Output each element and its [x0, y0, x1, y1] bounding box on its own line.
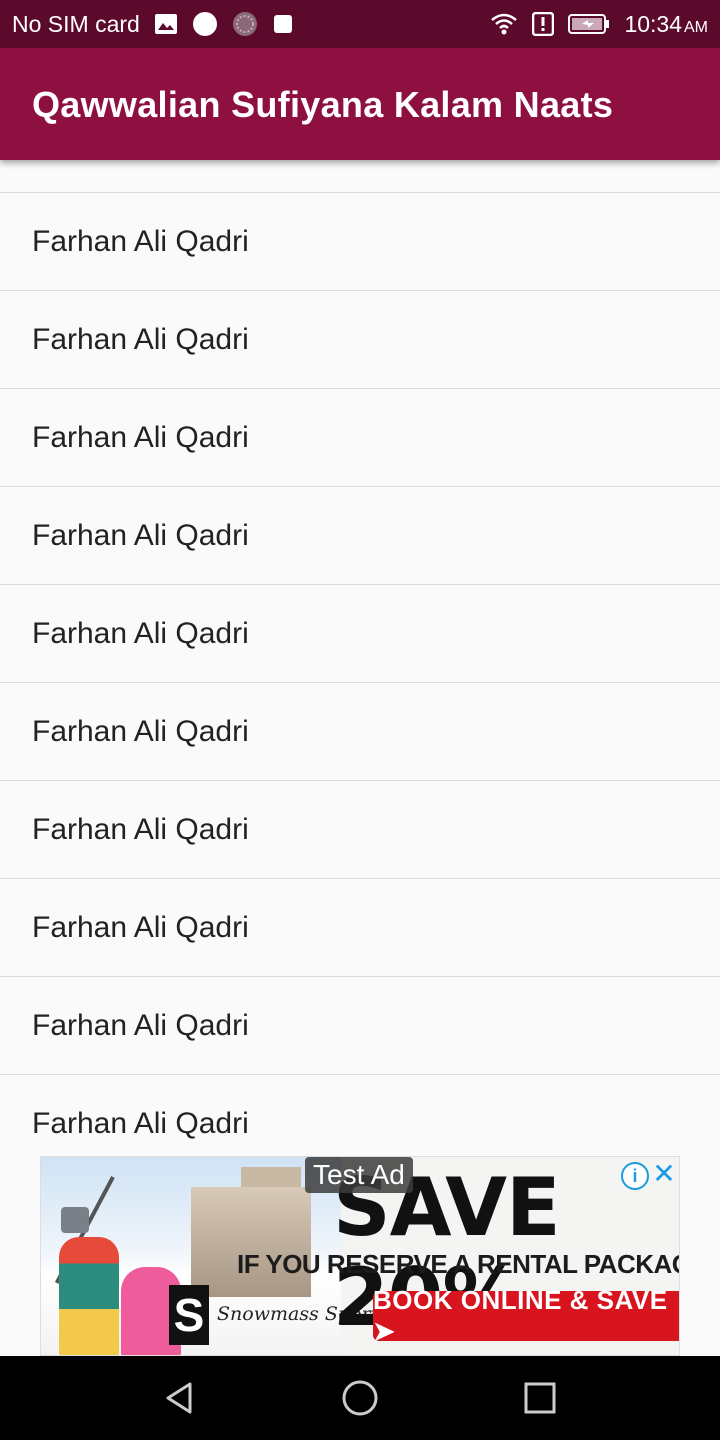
list-item[interactable]: Farhan Ali Qadri [0, 193, 720, 291]
list-item-label: Farhan Ali Qadri [32, 714, 249, 748]
list-item[interactable]: Farhan Ali Qadri [0, 683, 720, 781]
list-item[interactable]: Farhan Ali Qadri [0, 389, 720, 487]
wifi-icon [490, 12, 518, 36]
list-item-label: Farhan Ali Qadri [32, 420, 249, 454]
list-item-label: Farhan Ali Qadri [32, 812, 249, 846]
list-item[interactable]: Farhan Ali Qadri [0, 1075, 720, 1160]
list-item-label: Farhan Ali Qadri [32, 616, 249, 650]
dotted-circle-icon [232, 11, 258, 37]
artist-list[interactable]: Farhan Ali Qadri Farhan Ali Qadri Farhan… [0, 160, 720, 1160]
list-item[interactable]: Farhan Ali Qadri [0, 781, 720, 879]
ad-building [191, 1187, 311, 1297]
list-item-label: Farhan Ali Qadri [32, 224, 249, 258]
list-item[interactable]: Farhan Ali Qadri [0, 585, 720, 683]
list-item-partial [0, 160, 720, 193]
alert-icon [532, 12, 555, 36]
ad-info-icon[interactable]: i [621, 1162, 649, 1190]
ad-test-label: Test Ad [305, 1157, 413, 1193]
list-item[interactable]: Farhan Ali Qadri [0, 879, 720, 977]
back-icon[interactable] [140, 1356, 220, 1440]
ad-close-icon[interactable]: ✕ [651, 1159, 677, 1189]
ad-gondola [61, 1207, 89, 1233]
ad-subline: IF YOU RESERVE A RENTAL PACKAGE ONLINE [237, 1249, 679, 1279]
clock-ampm: AM [684, 18, 708, 36]
list-item[interactable]: Farhan Ali Qadri [0, 487, 720, 585]
list-item-label: Farhan Ali Qadri [32, 518, 249, 552]
list-item-label: Farhan Ali Qadri [32, 910, 249, 944]
ad-skier-child [59, 1237, 119, 1355]
carrier-label: No SIM card [12, 10, 140, 37]
recents-icon[interactable] [500, 1356, 580, 1440]
ad-cta-button[interactable]: BOOK ONLINE & SAVE ➤ [373, 1285, 679, 1346]
ad-brand-logo: S [169, 1285, 209, 1345]
ad-banner[interactable]: S Snowmass Sports SAVE 20% IF YOU RESERV… [40, 1156, 680, 1356]
list-item-label: Farhan Ali Qadri [32, 1106, 249, 1140]
battery-icon [568, 13, 610, 35]
home-icon[interactable] [320, 1356, 400, 1440]
circle-icon [192, 11, 218, 37]
list-item-label: Farhan Ali Qadri [32, 1008, 249, 1042]
list-item[interactable]: Farhan Ali Qadri [0, 977, 720, 1075]
app-bar: Qawwalian Sufiyana Kalam Naats [0, 48, 720, 160]
clock-time: 10:34 [624, 10, 682, 37]
list-item[interactable]: Farhan Ali Qadri [0, 291, 720, 389]
app-title: Qawwalian Sufiyana Kalam Naats [32, 84, 614, 125]
nav-bar [0, 1356, 720, 1440]
list-item-label: Farhan Ali Qadri [32, 322, 249, 356]
clock: 10:34 AM [624, 11, 708, 38]
image-icon [154, 13, 178, 35]
status-bar: No SIM card 10:34 AM [0, 0, 720, 48]
square-icon [272, 13, 294, 35]
